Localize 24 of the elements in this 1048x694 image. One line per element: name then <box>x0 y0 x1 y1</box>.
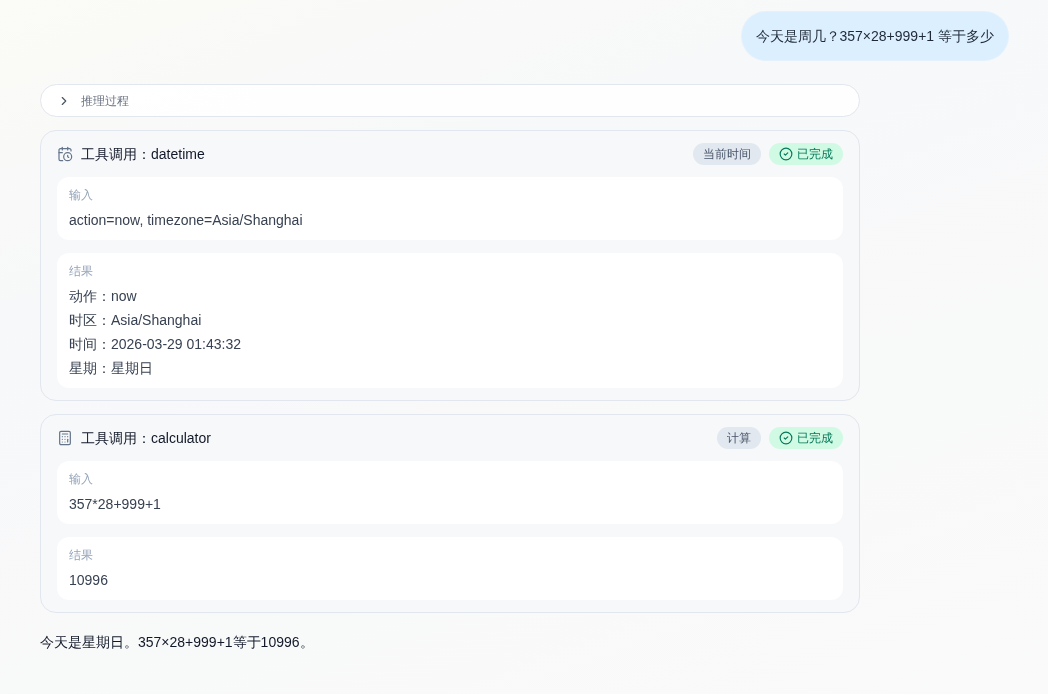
assistant-answer: 今天是星期日。357×28+999+1等于10996。 <box>40 633 314 652</box>
status-badge: 已完成 <box>769 143 843 165</box>
section-label: 结果 <box>69 547 93 563</box>
section-text: 星期：星期日 <box>69 359 153 378</box>
section-text: 时区：Asia/Shanghai <box>69 311 202 330</box>
check-circle-icon <box>779 147 793 161</box>
tool-call-title: 工具调用：calculator <box>81 428 211 448</box>
check-circle-icon <box>779 431 793 445</box>
section-text: 动作：now <box>69 287 137 306</box>
section-label: 输入 <box>69 471 93 487</box>
section-label: 结果 <box>69 263 93 279</box>
tool-tag: 当前时间 <box>693 143 761 165</box>
calculator-icon <box>57 430 73 446</box>
reasoning-toggle[interactable]: 推理过程 <box>40 84 860 117</box>
section-text: 357*28+999+1 <box>69 495 161 514</box>
status-badge: 已完成 <box>769 427 843 449</box>
tool-tag: 计算 <box>717 427 761 449</box>
section-label: 输入 <box>69 187 93 203</box>
section-text: 时间：2026-03-29 01:43:32 <box>69 335 241 354</box>
tool-call-title: 工具调用：datetime <box>81 144 205 164</box>
section-text: 10996 <box>69 571 108 590</box>
user-message-bubble: 今天是周几？357×28+999+1 等于多少 <box>741 12 1008 60</box>
calendar-clock-icon <box>57 146 73 162</box>
section-text: action=now, timezone=Asia/Shanghai <box>69 211 303 230</box>
